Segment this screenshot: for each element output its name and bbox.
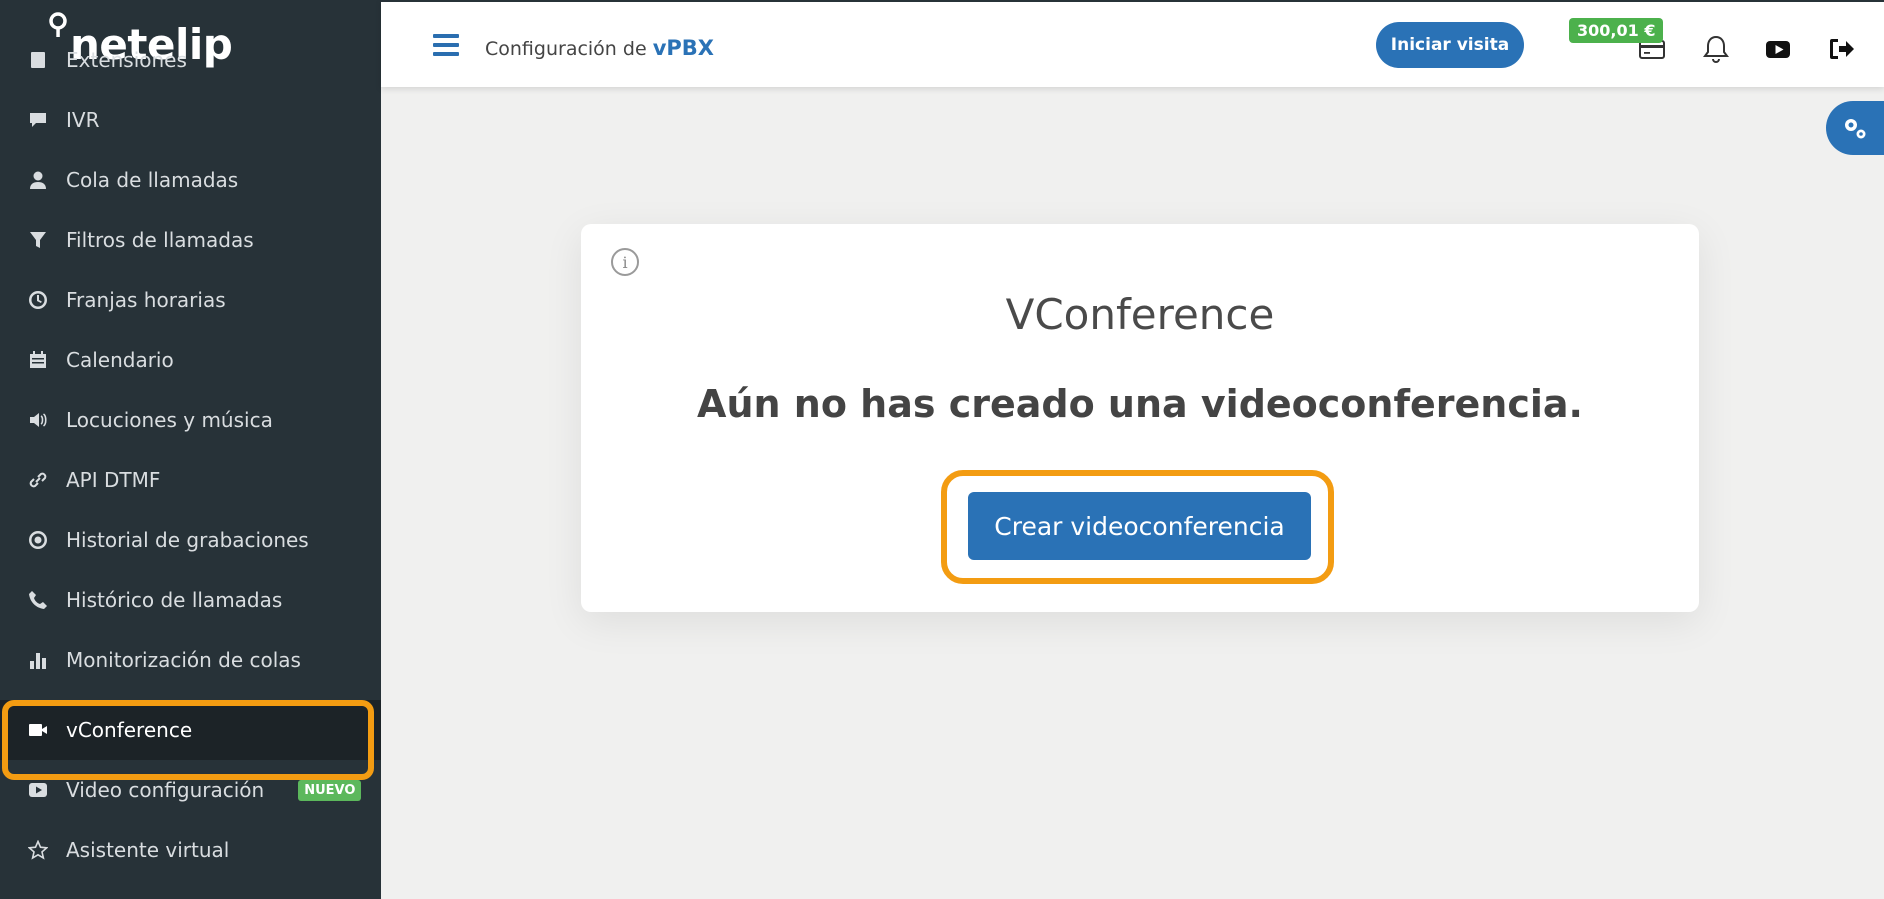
logout-icon[interactable] [1824,32,1858,66]
sidebar-item-label: Calendario [66,348,174,372]
sidebar-item-vconference[interactable]: vConference [0,700,381,760]
sidebar-item-label: IVR [66,108,100,132]
user-icon [27,169,49,191]
sidebar-item-filtros-de-llamadas[interactable]: Filtros de llamadas [0,210,381,270]
sidebar-item-label: Cola de llamadas [66,168,239,192]
sidebar-item-label: Filtros de llamadas [66,228,254,252]
balance-badge: 300,01 € [1569,18,1664,43]
sidebar-item-monitorizacion-de-colas[interactable]: Monitorización de colas [0,630,381,690]
sidebar-item-label: Monitorización de colas [66,648,301,672]
vconference-card: i VConference Aún no has creado una vide… [581,224,1699,612]
calendar-icon [27,349,49,371]
sidebar-item-video-configuracion[interactable]: Video configuración NUEVO [0,760,381,820]
sidebar-item-label: Video configuración [66,778,265,802]
card-title: VConference [1005,290,1275,339]
sidebar-item-extensiones[interactable]: Extensiones [0,30,381,90]
sidebar-item-label: Extensiones [66,48,187,72]
sidebar: netelip Extensiones IVR Cola de llamadas… [0,0,381,899]
filter-icon [27,229,49,251]
chat-icon [27,109,49,131]
youtube-icon[interactable] [1761,32,1795,66]
page-title: Configuración de vPBX [485,36,714,60]
video-camera-icon [27,719,49,741]
hamburger-menu-icon[interactable] [433,34,459,56]
top-header: Configuración de vPBX Iniciar visita 300… [381,0,1884,87]
sidebar-item-label: Franjas horarias [66,288,226,312]
bar-chart-icon [27,649,49,671]
settings-gears-icon[interactable] [1826,101,1884,155]
record-icon [27,529,49,551]
clock-icon [27,289,49,311]
info-icon[interactable]: i [611,248,639,276]
sidebar-item-ivr[interactable]: IVR [0,90,381,150]
start-tour-button[interactable]: Iniciar visita [1376,22,1524,68]
new-badge: NUEVO [298,779,362,801]
star-icon [27,839,49,861]
sidebar-item-label: vConference [66,718,193,742]
link-icon [27,469,49,491]
sidebar-item-label: Histórico de llamadas [66,588,283,612]
sidebar-item-franjas-horarias[interactable]: Franjas horarias [0,270,381,330]
extensions-icon [27,49,49,71]
sidebar-item-historial-de-grabaciones[interactable]: Historial de grabaciones [0,510,381,570]
sidebar-item-asistente-virtual[interactable]: Asistente virtual [0,820,381,880]
sidebar-item-label: Asistente virtual [66,838,230,862]
sidebar-item-calendario[interactable]: Calendario [0,330,381,390]
phone-icon [27,589,49,611]
speaker-icon [27,409,49,431]
sidebar-item-historico-de-llamadas[interactable]: Histórico de llamadas [0,570,381,630]
empty-state-message: Aún no has creado una videoconferencia. [697,382,1583,426]
bell-icon[interactable] [1699,32,1733,66]
sidebar-item-locuciones[interactable]: Locuciones y música [0,390,381,450]
sidebar-item-cola-de-llamadas[interactable]: Cola de llamadas [0,150,381,210]
sidebar-item-label: API DTMF [66,468,161,492]
create-videoconference-button[interactable]: Crear videoconferencia [968,492,1311,560]
sidebar-item-label: Locuciones y música [66,408,273,432]
play-icon [27,779,49,801]
sidebar-item-label: Historial de grabaciones [66,528,309,552]
sidebar-item-api-dtmf[interactable]: API DTMF [0,450,381,510]
